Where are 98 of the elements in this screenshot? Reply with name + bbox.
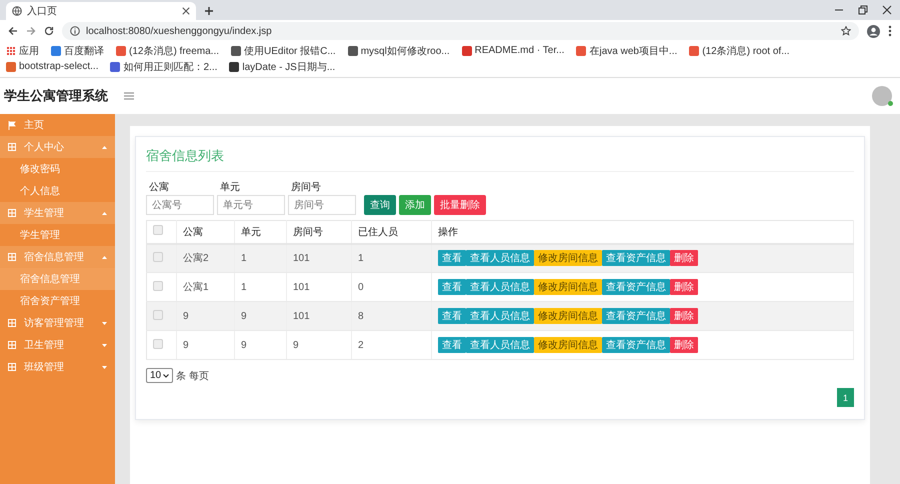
tab-title: 入口页 xyxy=(27,4,58,18)
grid-icon xyxy=(8,319,16,327)
reload-icon[interactable] xyxy=(44,26,54,36)
user-avatar[interactable] xyxy=(872,86,892,106)
delete-button[interactable]: 删除 xyxy=(670,250,698,266)
sidebar-subitem[interactable]: 个人信息 xyxy=(0,180,115,202)
view-button[interactable]: 查看资产信息 xyxy=(602,250,670,266)
view-button[interactable]: 查看人员信息 xyxy=(466,250,534,266)
search-button[interactable]: 查询 xyxy=(364,195,396,215)
sidebar-group[interactable]: 访客管理管理 xyxy=(0,312,115,334)
grid-icon xyxy=(8,143,16,151)
filter-label: 公寓 xyxy=(148,180,170,194)
edit-button[interactable]: 修改房间信息 xyxy=(534,279,602,295)
view-button[interactable]: 查看 xyxy=(438,337,466,353)
caret-down-icon xyxy=(102,322,107,324)
menu-dots-icon[interactable] xyxy=(888,25,892,37)
page-size-select[interactable]: 10 xyxy=(146,368,174,383)
filter-label: 房间号 xyxy=(290,180,322,194)
checkbox[interactable] xyxy=(153,252,163,262)
view-button[interactable]: 查看资产信息 xyxy=(602,279,670,295)
flag-icon xyxy=(8,120,16,130)
plus-icon[interactable] xyxy=(204,6,214,16)
filter-label: 单元 xyxy=(219,180,241,194)
browser-tab[interactable]: 入口页 xyxy=(6,2,196,20)
bookmark-link[interactable]: 使用UEditor 报错C... xyxy=(231,43,336,58)
caret-down-icon xyxy=(102,344,107,346)
delete-button[interactable]: 删除 xyxy=(670,337,698,353)
checkbox[interactable] xyxy=(153,338,163,348)
sidebar-group[interactable]: 卫生管理 xyxy=(0,334,115,356)
view-button[interactable]: 查看人员信息 xyxy=(466,279,534,295)
view-button[interactable]: 查看资产信息 xyxy=(602,308,670,324)
caret-up-icon xyxy=(102,256,107,258)
chevron-down-icon xyxy=(163,374,170,378)
page-button[interactable]: 1 xyxy=(837,388,854,407)
bookmark-link[interactable]: 如何用正则匹配：2... xyxy=(110,59,218,74)
page-size-label: 条 每页 xyxy=(176,370,209,382)
caret-up-icon xyxy=(102,146,107,148)
caret-up-icon xyxy=(102,212,107,214)
add-button[interactable]: 添加 xyxy=(399,195,431,215)
globe-icon xyxy=(12,6,22,16)
view-button[interactable]: 查看 xyxy=(438,250,466,266)
delete-button[interactable]: 删除 xyxy=(670,279,698,295)
checkbox[interactable] xyxy=(153,225,163,236)
scrollbar-track[interactable] xyxy=(885,114,900,484)
restore-icon[interactable] xyxy=(858,5,868,15)
filter-input[interactable]: 公寓号 xyxy=(146,195,214,215)
bookmark-link[interactable]: (12条消息) freema... xyxy=(116,43,220,58)
table-cell: 9 xyxy=(234,330,286,360)
view-button[interactable]: 查看人员信息 xyxy=(466,337,534,353)
forward-arrow-icon[interactable] xyxy=(26,26,36,36)
bookmark-link[interactable]: layDate - JS日期与... xyxy=(229,59,336,74)
view-button[interactable]: 查看人员信息 xyxy=(466,308,534,324)
view-button[interactable]: 查看 xyxy=(438,279,466,295)
grid-icon xyxy=(8,209,16,217)
account-icon[interactable] xyxy=(867,24,880,38)
view-button[interactable]: 查看 xyxy=(438,308,466,324)
grid-icon xyxy=(8,341,16,349)
bookmark-link[interactable]: 在java web项目中... xyxy=(576,43,678,58)
bookmark-link[interactable]: mysql如何修改roo... xyxy=(348,43,450,58)
view-button[interactable]: 查看资产信息 xyxy=(602,337,670,353)
sidebar-group[interactable]: 个人中心 xyxy=(0,136,115,158)
sidebar-group[interactable]: 班级管理 xyxy=(0,356,115,378)
bookmark-link[interactable]: 应用 xyxy=(6,43,39,58)
delete-button[interactable]: 批量删除 xyxy=(434,195,486,215)
sidebar-subitem[interactable]: 修改密码 xyxy=(0,158,115,180)
bookmark-link[interactable]: bootstrap-select... xyxy=(6,59,98,74)
sidebar-group[interactable]: 学生管理 xyxy=(0,202,115,224)
sidebar-group[interactable]: 宿舍信息管理 xyxy=(0,246,115,268)
checkbox[interactable] xyxy=(153,280,163,290)
sidebar-item[interactable]: 主页 xyxy=(0,114,115,136)
caret-down-icon xyxy=(102,366,107,368)
edit-button[interactable]: 修改房间信息 xyxy=(534,308,602,324)
table-cell: 9 xyxy=(286,330,352,360)
info-icon xyxy=(70,26,80,36)
close-icon[interactable] xyxy=(882,5,892,15)
menu-icon[interactable] xyxy=(124,92,134,100)
checkbox[interactable] xyxy=(153,310,163,320)
filter-input[interactable]: 单元号 xyxy=(217,195,285,215)
bookmark-link[interactable]: 百度翻译 xyxy=(51,43,104,58)
bookmark-link[interactable]: (12条消息) root of... xyxy=(689,43,790,58)
edit-button[interactable]: 修改房间信息 xyxy=(534,337,602,353)
delete-button[interactable]: 删除 xyxy=(670,308,698,324)
sidebar-subitem[interactable]: 宿舍资产管理 xyxy=(0,290,115,312)
address-field[interactable]: localhost:8080/xueshenggongyu/index.jsp xyxy=(62,22,859,40)
card-title: 宿舍信息列表 xyxy=(146,147,854,172)
back-arrow-icon[interactable] xyxy=(8,26,18,36)
grid-icon xyxy=(8,363,16,371)
table-cell: 9 xyxy=(176,330,234,360)
star-icon[interactable] xyxy=(841,26,851,36)
grid-icon xyxy=(8,253,16,261)
sidebar-subitem[interactable]: 宿舍信息管理 xyxy=(0,268,115,290)
bookmark-link[interactable]: README.md · Ter... xyxy=(462,43,564,58)
filter-input[interactable]: 房间号 xyxy=(288,195,356,215)
edit-button[interactable]: 修改房间信息 xyxy=(534,250,602,266)
sidebar-subitem[interactable]: 学生管理 xyxy=(0,224,115,246)
table-cell: 2 xyxy=(352,330,432,360)
close-icon[interactable] xyxy=(182,7,190,15)
app-title: 学生公寓管理系统 xyxy=(4,87,109,105)
